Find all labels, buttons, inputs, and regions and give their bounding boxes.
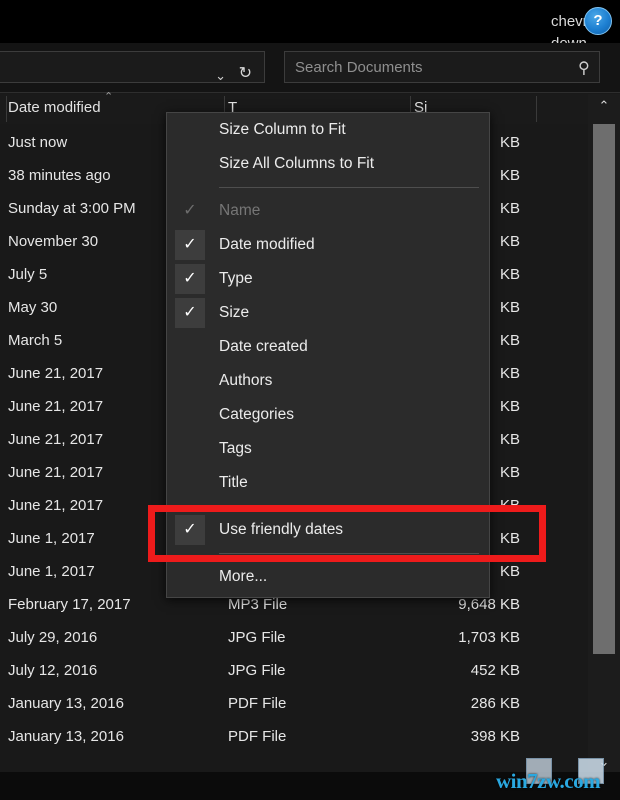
cell-date-modified: 38 minutes ago — [8, 167, 111, 184]
menu-item-date-modified[interactable]: ✓ Date modified — [167, 228, 489, 262]
search-placeholder: Search Documents — [295, 59, 423, 76]
cell-type: JPG File — [228, 629, 286, 646]
cell-date-modified: May 30 — [8, 299, 58, 316]
column-header-date-modified[interactable]: Date modified — [8, 99, 101, 116]
menu-item-label: Tags — [219, 440, 252, 457]
sort-ascending-icon: ⌃ — [104, 91, 114, 103]
cell-date-modified: June 1, 2017 — [8, 530, 95, 547]
menu-item-label: Date created — [219, 338, 308, 355]
menu-item-more[interactable]: More... — [167, 560, 489, 594]
menu-item-title[interactable]: Title — [167, 466, 489, 500]
scroll-up-arrow-icon[interactable]: ⌃ — [588, 94, 620, 118]
menu-item-label: More... — [219, 568, 268, 585]
menu-item-date-created[interactable]: Date created — [167, 330, 489, 364]
ribbon-strip: chevron-down-icon ? — [0, 0, 620, 74]
cell-date-modified: November 30 — [8, 233, 99, 250]
menu-item-size-column-to-fit[interactable]: Size Column to Fit — [167, 113, 489, 147]
cell-date-modified: July 5 — [8, 266, 48, 283]
menu-item-tags[interactable]: Tags — [167, 432, 489, 466]
cell-date-modified: Just now — [8, 134, 68, 151]
search-icon[interactable]: ⚲ — [578, 58, 590, 78]
cell-size: 286 KB — [470, 695, 520, 712]
cell-date-modified: February 17, 2017 — [8, 596, 131, 613]
cell-size: 452 KB — [470, 662, 520, 679]
table-row[interactable]: January 13, 2016 PDF File 286 KB — [0, 690, 588, 723]
menu-separator — [219, 187, 479, 188]
menu-item-label: Title — [219, 474, 248, 491]
menu-item-label: Type — [219, 270, 253, 287]
vertical-scrollbar[interactable]: ⌃ ⌄ — [588, 94, 620, 774]
cell-date-modified: January 13, 2016 — [8, 695, 124, 712]
navigation-bar: ⌄ ↻ Search Documents ⚲ — [0, 43, 620, 93]
cell-size: 9,648 KB — [458, 596, 520, 613]
cell-date-modified: June 21, 2017 — [8, 431, 104, 448]
checkmark-icon — [175, 468, 205, 498]
cell-date-modified: March 5 — [8, 332, 63, 349]
checkmark-icon: ✓ — [175, 515, 205, 545]
cell-date-modified: June 21, 2017 — [8, 365, 104, 382]
file-explorer-window: chevron-down-icon ? ⌄ ↻ Search Documents… — [0, 0, 620, 800]
cell-size: 398 KB — [470, 728, 520, 745]
checkmark-icon — [175, 149, 205, 179]
cell-type: JPG File — [228, 662, 286, 679]
menu-item-use-friendly-dates[interactable]: ✓ Use friendly dates — [167, 513, 489, 547]
menu-item-authors[interactable]: Authors — [167, 364, 489, 398]
menu-item-categories[interactable]: Categories — [167, 398, 489, 432]
menu-separator — [219, 506, 479, 507]
menu-separator — [219, 553, 479, 554]
address-bar[interactable]: ⌄ ↻ — [0, 51, 265, 83]
cell-size: 1,703 KB — [458, 629, 520, 646]
checkmark-icon — [175, 562, 205, 592]
checkmark-icon — [175, 434, 205, 464]
column-divider[interactable] — [6, 96, 7, 122]
chevron-down-icon[interactable]: ⌄ — [215, 68, 226, 84]
menu-item-size[interactable]: ✓ Size — [167, 296, 489, 330]
cell-date-modified: June 21, 2017 — [8, 398, 104, 415]
cell-date-modified: July 29, 2016 — [8, 629, 98, 646]
menu-item-label: Size — [219, 304, 250, 321]
scrollbar-thumb[interactable] — [593, 124, 615, 654]
menu-item-label: Date modified — [219, 236, 315, 253]
checkmark-icon: ✓ — [175, 230, 205, 260]
checkmark-icon — [175, 115, 205, 145]
menu-item-label: Use friendly dates — [219, 521, 344, 538]
checkmark-icon — [175, 400, 205, 430]
menu-item-type[interactable]: ✓ Type — [167, 262, 489, 296]
menu-item-label: Size All Columns to Fit — [219, 155, 375, 172]
menu-item-label: Categories — [219, 406, 294, 423]
cell-type: PDF File — [228, 728, 287, 745]
menu-item-label: Name — [219, 202, 261, 219]
search-input[interactable]: Search Documents ⚲ — [284, 51, 600, 83]
cell-date-modified: June 1, 2017 — [8, 563, 95, 580]
cell-date-modified: Sunday at 3:00 PM — [8, 200, 136, 217]
table-row[interactable]: July 29, 2016 JPG File 1,703 KB — [0, 624, 588, 657]
scrollbar-track[interactable] — [588, 118, 620, 750]
checkmark-icon: ✓ — [183, 202, 197, 219]
checkmark-icon — [175, 332, 205, 362]
checkmark-icon — [175, 366, 205, 396]
column-divider[interactable] — [536, 96, 537, 122]
checkmark-icon: ✓ — [175, 298, 205, 328]
chevron-down-icon[interactable]: chevron-down-icon — [551, 11, 609, 74]
help-icon[interactable]: ? — [584, 7, 612, 35]
cell-type: PDF File — [228, 695, 287, 712]
cell-date-modified: June 21, 2017 — [8, 497, 104, 514]
table-row[interactable]: July 12, 2016 JPG File 452 KB — [0, 657, 588, 690]
checkmark-icon: ✓ — [175, 264, 205, 294]
menu-item-name: ✓ Name — [167, 194, 489, 228]
cell-type: MP3 File — [228, 596, 288, 613]
menu-item-label: Authors — [219, 372, 273, 389]
watermark-text: win7zw.com — [496, 769, 601, 793]
column-context-menu[interactable]: Size Column to Fit Size All Columns to Fi… — [166, 112, 490, 598]
cell-date-modified: June 21, 2017 — [8, 464, 104, 481]
menu-item-size-all-columns-to-fit[interactable]: Size All Columns to Fit — [167, 147, 489, 181]
refresh-icon[interactable]: ↻ — [239, 66, 252, 82]
table-row[interactable]: January 13, 2016 PDF File 398 KB — [0, 723, 588, 756]
cell-date-modified: January 13, 2016 — [8, 728, 124, 745]
cell-date-modified: July 12, 2016 — [8, 662, 98, 679]
menu-item-label: Size Column to Fit — [219, 121, 346, 138]
